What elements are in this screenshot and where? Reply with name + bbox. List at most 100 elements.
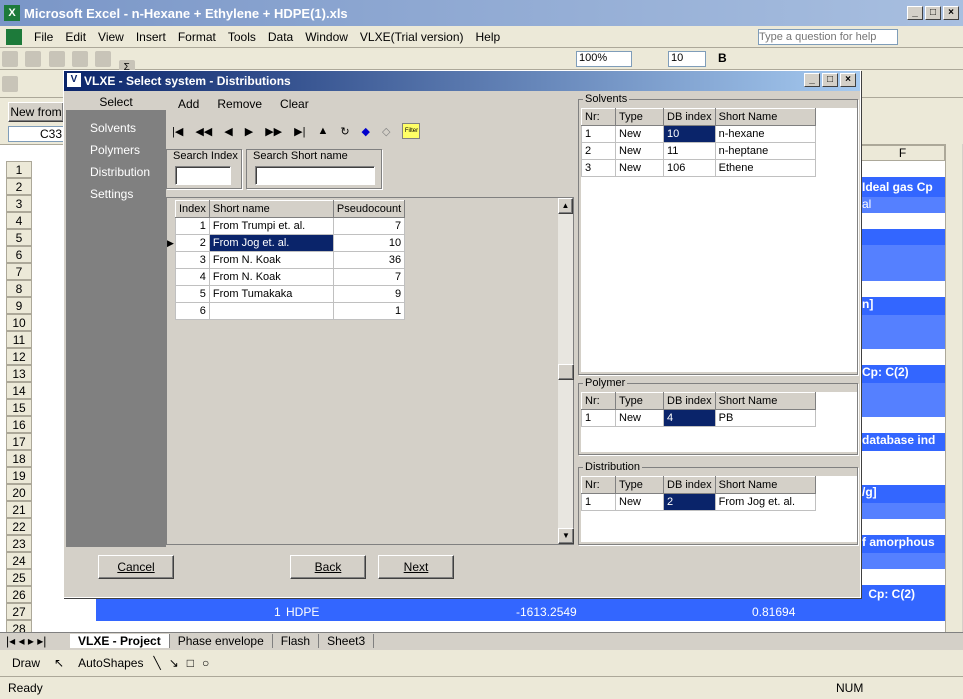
- col-header-short-name[interactable]: Short Name: [714, 108, 816, 126]
- table-row[interactable]: 1 New 4 PB: [581, 409, 816, 427]
- add-action[interactable]: Add: [178, 97, 199, 111]
- row-header[interactable]: 13: [6, 365, 32, 382]
- first-record-icon[interactable]: |◀: [172, 125, 183, 138]
- col-header-index[interactable]: Index: [175, 200, 210, 218]
- cell-index[interactable]: 6: [175, 302, 210, 320]
- insert-record-icon[interactable]: ▲: [317, 125, 328, 137]
- polymer-grid[interactable]: Nr: Type DB index Short Name 1 New 4 PB: [581, 392, 857, 452]
- rectangle-icon[interactable]: □: [183, 656, 198, 670]
- menu-edit[interactable]: Edit: [59, 30, 92, 44]
- col-header-pseudocount[interactable]: Pseudocount: [332, 200, 406, 218]
- search-index-input[interactable]: [175, 166, 231, 185]
- cell-short-name[interactable]: From Jog et. al.: [714, 493, 816, 511]
- table-row[interactable]: 1 New 10 n-hexane: [581, 125, 816, 143]
- data-row-27[interactable]: 1 HDPE -1613.2549 0.81694: [96, 603, 945, 621]
- distribution-grid[interactable]: Index Short name Pseudocount 1 From Trum…: [166, 197, 574, 545]
- cell-index[interactable]: 5: [175, 285, 210, 303]
- maximize-button[interactable]: □: [925, 6, 941, 20]
- row-header[interactable]: 2: [6, 178, 32, 195]
- scroll-thumb[interactable]: [558, 364, 574, 380]
- row-header[interactable]: 10: [6, 314, 32, 331]
- cancel-button[interactable]: Cancel: [98, 555, 174, 579]
- row-header[interactable]: 25: [6, 569, 32, 586]
- distribution-selected-grid[interactable]: Nr: Type DB index Short Name 1 New 2 Fro…: [581, 476, 857, 542]
- open-icon[interactable]: [25, 51, 42, 67]
- solvents-grid[interactable]: Nr: Type DB index Short Name 1 New 10 n-…: [581, 108, 857, 372]
- next-button[interactable]: Next: [378, 555, 454, 579]
- distribution-selected-table[interactable]: Nr: Type DB index Short Name 1 New 2 Fro…: [581, 476, 816, 511]
- scroll-down-arrow-icon[interactable]: ▼: [558, 528, 574, 544]
- dialog-minimize-button[interactable]: _: [804, 73, 820, 87]
- cell-db-index[interactable]: 2: [663, 493, 716, 511]
- row-header[interactable]: 12: [6, 348, 32, 365]
- solvents-table[interactable]: Nr: Type DB index Short Name 1 New 10 n-…: [581, 108, 816, 177]
- cell-nr[interactable]: 1: [581, 409, 616, 427]
- cell-short-name[interactable]: PB: [714, 409, 816, 427]
- col-header-short-name[interactable]: Short Name: [714, 392, 816, 410]
- cell-type[interactable]: New: [615, 159, 664, 177]
- dialog-maximize-button[interactable]: □: [822, 73, 838, 87]
- cell-short-name[interactable]: From N. Koak: [208, 268, 334, 286]
- menu-format[interactable]: Format: [172, 30, 222, 44]
- table-row[interactable]: 1 From Trumpi et. al. 7: [175, 217, 406, 235]
- back-button[interactable]: Back: [290, 555, 366, 579]
- col-header-short-name[interactable]: Short name: [208, 200, 334, 218]
- row-header[interactable]: 15: [6, 399, 32, 416]
- row-header[interactable]: 4: [6, 212, 32, 229]
- col-header-type[interactable]: Type: [615, 108, 664, 126]
- grid-vertical-scrollbar[interactable]: ▲ ▼: [557, 198, 574, 544]
- excel-vertical-scrollbar[interactable]: [945, 144, 962, 632]
- menu-file[interactable]: File: [28, 30, 59, 44]
- cell-db-index[interactable]: 11: [663, 142, 716, 160]
- column-header-f[interactable]: F: [860, 145, 945, 161]
- menu-vlxe[interactable]: VLXE(Trial version): [354, 30, 470, 44]
- line-icon[interactable]: ╲: [149, 656, 164, 670]
- remove-action[interactable]: Remove: [217, 97, 262, 111]
- menu-insert[interactable]: Insert: [130, 30, 172, 44]
- prior-page-icon[interactable]: ◀◀: [195, 125, 212, 138]
- row-header[interactable]: 24: [6, 552, 32, 569]
- next-page-icon[interactable]: ▶▶: [265, 125, 282, 138]
- table-row[interactable]: 1 New 2 From Jog et. al.: [581, 493, 816, 511]
- delete-icon[interactable]: ◇: [382, 125, 390, 138]
- table-row[interactable]: 3 From N. Koak 36: [175, 251, 406, 269]
- table-row[interactable]: 2 New 11 n-heptane: [581, 142, 816, 160]
- dialog-close-button[interactable]: ×: [840, 73, 856, 87]
- search-short-input[interactable]: [255, 166, 375, 185]
- save-icon[interactable]: [48, 51, 65, 67]
- menu-tools[interactable]: Tools: [222, 30, 262, 44]
- cell-short-name[interactable]: [208, 302, 334, 320]
- nav-settings[interactable]: Settings: [66, 183, 166, 205]
- col-header-db-index[interactable]: DB index: [663, 108, 716, 126]
- cell-index[interactable]: 3: [175, 251, 210, 269]
- refresh-icon[interactable]: ↻: [340, 125, 349, 138]
- tab-scroll-arrows[interactable]: |◂ ◂ ▸ ▸|: [0, 634, 70, 648]
- tab-phase-envelope[interactable]: Phase envelope: [170, 633, 273, 648]
- new-from-button[interactable]: New from: [8, 102, 64, 122]
- cell-short-name[interactable]: From Trumpi et. al.: [208, 217, 334, 235]
- print-icon[interactable]: [72, 51, 89, 67]
- filter-icon[interactable]: Filter: [402, 123, 421, 139]
- close-button[interactable]: ×: [943, 6, 959, 20]
- table-row[interactable]: 3 New 106 Ethene: [581, 159, 816, 177]
- oval-icon[interactable]: ○: [198, 656, 213, 670]
- bold-icon[interactable]: B: [718, 51, 727, 65]
- font-size-box[interactable]: 10: [668, 51, 706, 67]
- nav-solvents[interactable]: Solvents: [66, 117, 166, 139]
- cell-short-name[interactable]: From Tumakaka: [208, 285, 334, 303]
- col-header-nr[interactable]: Nr:: [581, 392, 616, 410]
- help-search-input[interactable]: [758, 29, 898, 45]
- row-header[interactable]: 19: [6, 467, 32, 484]
- last-record-icon[interactable]: ▶|: [294, 125, 305, 138]
- zoom-box[interactable]: 100%: [576, 51, 632, 67]
- cell-short-name[interactable]: Ethene: [714, 159, 816, 177]
- menu-window[interactable]: Window: [299, 30, 354, 44]
- col-header-type[interactable]: Type: [615, 392, 664, 410]
- cell-db-index[interactable]: 4: [663, 409, 716, 427]
- col-header-type[interactable]: Type: [615, 476, 664, 494]
- cell-type[interactable]: New: [615, 493, 664, 511]
- clear-action[interactable]: Clear: [280, 97, 309, 111]
- row-header[interactable]: 20: [6, 484, 32, 501]
- cell-pseudocount[interactable]: 10: [332, 234, 406, 252]
- cell-pseudocount[interactable]: 9: [332, 285, 406, 303]
